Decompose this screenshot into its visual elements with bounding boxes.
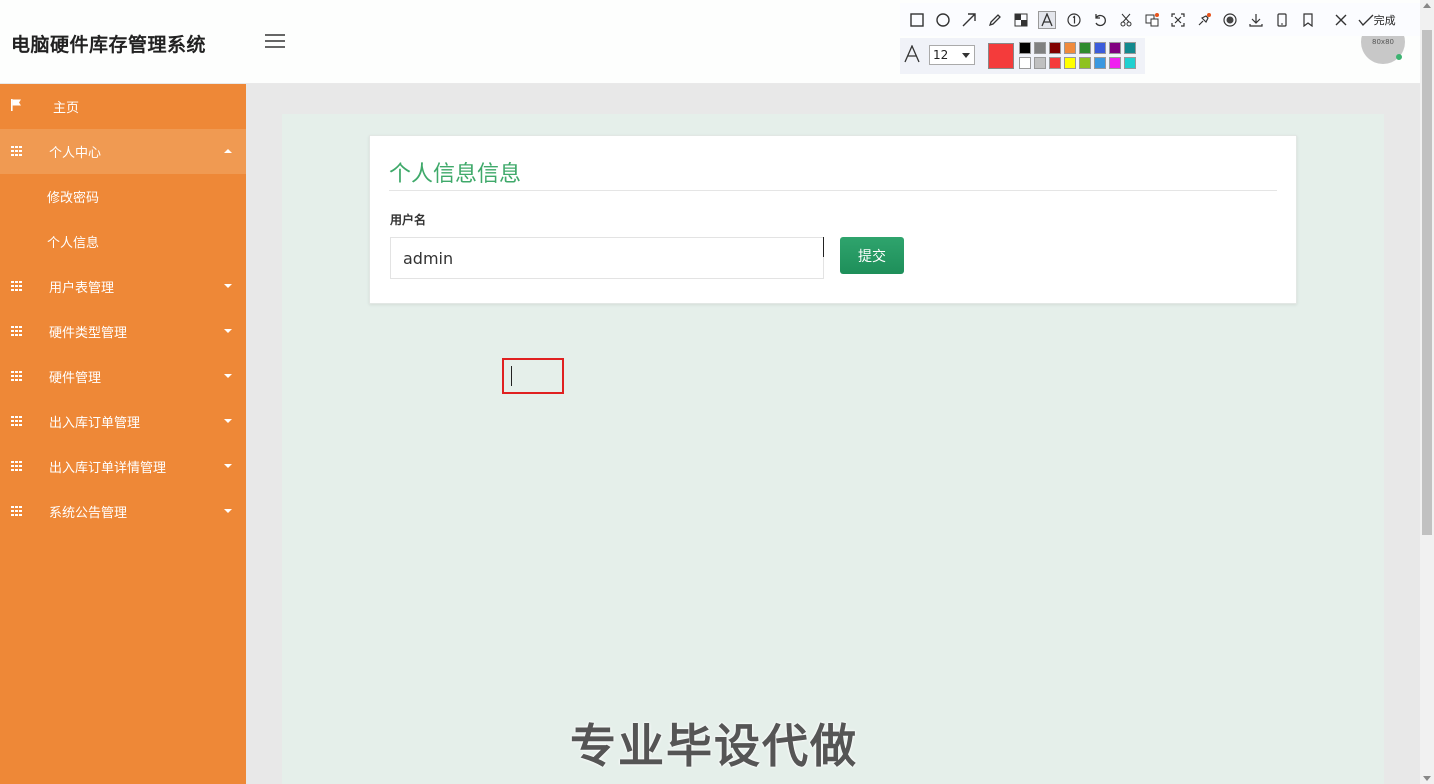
color-swatch[interactable] bbox=[1034, 57, 1046, 69]
scroll-down-arrow-icon[interactable] bbox=[1423, 776, 1431, 781]
font-icon bbox=[904, 44, 920, 68]
sidebar-item-stock-order-details[interactable]: 出入库订单详情管理 bbox=[0, 444, 246, 489]
sidebar-item-hardware[interactable]: 硬件管理 bbox=[0, 354, 246, 399]
fullscreen-capture-icon[interactable] bbox=[1169, 11, 1187, 29]
grid-icon bbox=[11, 326, 23, 336]
divider bbox=[389, 190, 1277, 191]
sidebar-item-label: 出入库订单管理 bbox=[49, 416, 141, 431]
text-cursor bbox=[823, 237, 824, 257]
username-input[interactable] bbox=[390, 237, 824, 279]
font-size-value: 12 bbox=[933, 48, 949, 62]
color-swatch[interactable] bbox=[1094, 42, 1106, 54]
scrollbar-thumb[interactable] bbox=[1422, 30, 1432, 535]
color-swatch[interactable] bbox=[1079, 57, 1091, 69]
color-swatch[interactable] bbox=[1049, 42, 1061, 54]
scissors-icon[interactable] bbox=[1117, 11, 1135, 29]
ocr-translate-icon[interactable] bbox=[1143, 11, 1161, 29]
sidebar-item-label: 系统公告管理 bbox=[49, 506, 128, 521]
sidebar-item-home[interactable]: 主页 bbox=[0, 84, 246, 129]
caret-down-icon bbox=[224, 464, 232, 468]
color-swatch[interactable] bbox=[1094, 57, 1106, 69]
sidebar-item-label: 主页 bbox=[53, 101, 80, 116]
caret-up-icon bbox=[224, 149, 232, 153]
grid-icon bbox=[11, 146, 23, 156]
grid-icon bbox=[11, 371, 23, 381]
grid-icon bbox=[11, 461, 23, 471]
color-swatch[interactable] bbox=[1064, 42, 1076, 54]
arrow-tool-icon[interactable] bbox=[960, 11, 978, 29]
color-swatch[interactable] bbox=[1124, 57, 1136, 69]
sidebar-item-stock-orders[interactable]: 出入库订单管理 bbox=[0, 399, 246, 444]
text-cursor bbox=[511, 366, 512, 386]
color-swatch[interactable] bbox=[1019, 42, 1031, 54]
sidebar-item-user-table[interactable]: 用户表管理 bbox=[0, 264, 246, 309]
chevron-down-icon bbox=[962, 53, 970, 58]
color-swatch[interactable] bbox=[1109, 42, 1121, 54]
color-swatch[interactable] bbox=[1034, 42, 1046, 54]
caret-down-icon bbox=[224, 284, 232, 288]
caret-down-icon bbox=[224, 329, 232, 333]
hamburger-menu-icon[interactable] bbox=[265, 34, 285, 50]
personal-info-card: 个人信息信息 用户名 提交 bbox=[369, 135, 1297, 304]
sidebar-item-hardware-type[interactable]: 硬件类型管理 bbox=[0, 309, 246, 354]
record-icon[interactable] bbox=[1221, 11, 1239, 29]
vertical-scrollbar[interactable] bbox=[1420, 0, 1434, 784]
download-icon[interactable] bbox=[1247, 11, 1265, 29]
check-icon bbox=[1358, 14, 1374, 26]
sidebar: 主页 个人中心 修改密码 个人信息 用户表管理 硬件类型管理 硬件管理 出入库订… bbox=[0, 84, 246, 784]
caret-down-icon bbox=[224, 374, 232, 378]
watermark-text: 专业毕设代做 bbox=[570, 719, 858, 773]
submit-button[interactable]: 提交 bbox=[840, 237, 904, 274]
screenshot-toolbar: 完成 12 bbox=[900, 3, 1426, 74]
color-swatch[interactable] bbox=[1109, 57, 1121, 69]
color-swatch[interactable] bbox=[1079, 42, 1091, 54]
sidebar-item-label: 硬件管理 bbox=[49, 371, 102, 386]
color-swatch[interactable] bbox=[1124, 42, 1136, 54]
font-size-select[interactable]: 12 bbox=[929, 45, 975, 65]
color-swatch[interactable] bbox=[1049, 57, 1061, 69]
caret-down-icon bbox=[224, 509, 232, 513]
sidebar-item-label: 硬件类型管理 bbox=[49, 326, 128, 341]
card-title: 个人信息信息 bbox=[389, 162, 522, 187]
sidebar-item-announcements[interactable]: 系统公告管理 bbox=[0, 489, 246, 534]
sidebar-subitem-change-password[interactable]: 修改密码 bbox=[0, 174, 246, 219]
toolbar-style-row: 12 bbox=[900, 38, 1145, 74]
color-swatch[interactable] bbox=[1019, 57, 1031, 69]
pin-icon[interactable] bbox=[1195, 11, 1213, 29]
flag-icon bbox=[11, 99, 21, 111]
toolbar-tools-row: 完成 bbox=[900, 3, 1426, 36]
username-label: 用户名 bbox=[390, 213, 427, 227]
grid-icon bbox=[11, 506, 23, 516]
close-icon[interactable] bbox=[1332, 11, 1350, 29]
current-color-swatch[interactable] bbox=[988, 43, 1014, 69]
sidebar-item-label: 用户表管理 bbox=[49, 281, 115, 296]
grid-icon bbox=[11, 281, 23, 291]
bookmark-icon[interactable] bbox=[1299, 11, 1317, 29]
pen-tool-icon[interactable] bbox=[986, 11, 1004, 29]
undo-icon[interactable] bbox=[1091, 11, 1109, 29]
rectangle-tool-icon[interactable] bbox=[908, 11, 926, 29]
phone-icon[interactable] bbox=[1273, 11, 1291, 29]
ellipse-tool-icon[interactable] bbox=[934, 11, 952, 29]
sidebar-item-label: 个人中心 bbox=[49, 146, 102, 161]
sidebar-subitem-personal-info[interactable]: 个人信息 bbox=[0, 219, 246, 264]
done-label: 完成 bbox=[1373, 13, 1396, 27]
number-marker-tool-icon[interactable] bbox=[1065, 11, 1083, 29]
scroll-up-arrow-icon[interactable] bbox=[1423, 3, 1431, 8]
app-title: 电脑硬件库存管理系统 bbox=[11, 34, 207, 56]
caret-down-icon bbox=[224, 419, 232, 423]
sidebar-item-label: 出入库订单详情管理 bbox=[49, 461, 167, 476]
color-swatch[interactable] bbox=[1064, 57, 1076, 69]
text-tool-icon[interactable] bbox=[1038, 10, 1057, 29]
mosaic-tool-icon[interactable] bbox=[1012, 11, 1030, 29]
main-content: 个人信息信息 用户名 提交 专业毕设代做 bbox=[282, 114, 1384, 784]
sidebar-item-personal-center[interactable]: 个人中心 bbox=[0, 129, 246, 174]
grid-icon bbox=[11, 416, 23, 426]
done-button[interactable]: 完成 bbox=[1358, 12, 1396, 28]
annotation-text-box[interactable] bbox=[502, 358, 564, 394]
